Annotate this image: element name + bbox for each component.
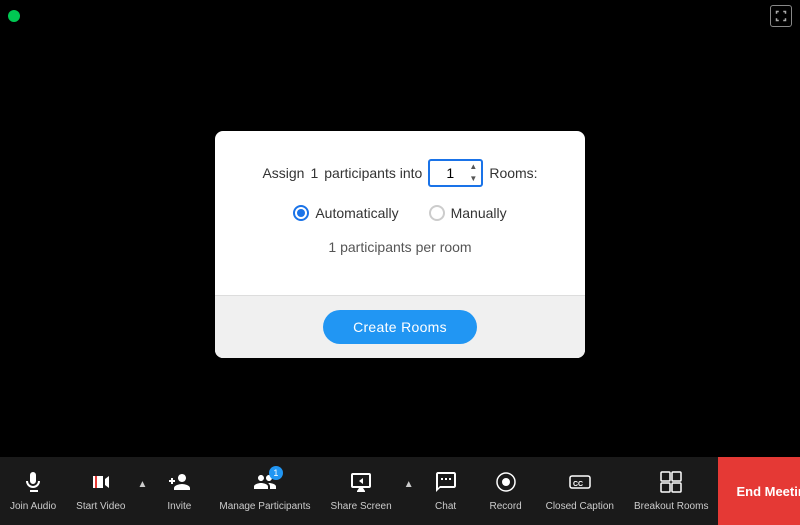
share-screen-arrow[interactable]: ▲ [402,479,416,490]
participant-count-text: 1 [310,165,318,181]
per-room-text: 1 participants per room [245,239,555,255]
number-spinner[interactable]: ▲ ▼ [469,161,477,185]
participants-badge: 1 [269,466,283,480]
invite-label: Invite [167,501,191,512]
closed-caption-icon: CC [568,470,592,498]
grid-icon [659,470,683,494]
record-button[interactable]: Record [476,464,536,518]
chat-bubble-icon [434,470,458,494]
recording-indicator [8,10,20,22]
assign-row: Assign 1 participants into ▲ ▼ Rooms: [245,159,555,187]
start-video-button[interactable]: Start Video [66,464,135,518]
cc-icon: CC [568,470,592,494]
automatically-radio[interactable] [293,205,309,221]
manage-participants-button[interactable]: 1 Manage Participants [209,464,320,518]
automatically-label: Automatically [315,205,398,221]
breakout-rooms-dialog: Assign 1 participants into ▲ ▼ Rooms: Au… [215,131,585,358]
chat-icon [434,470,458,498]
fullscreen-icon [775,10,787,22]
breakout-rooms-icon [659,470,683,498]
screen-share-icon [349,470,373,494]
manually-label: Manually [451,205,507,221]
record-circle-icon [494,470,518,494]
dialog-content: Assign 1 participants into ▲ ▼ Rooms: Au… [215,131,585,295]
assign-prefix-text: Assign [262,165,304,181]
main-content: Assign 1 participants into ▲ ▼ Rooms: Au… [0,32,800,457]
join-audio-icon [21,470,45,498]
assign-middle-text: participants into [324,165,422,181]
invite-button[interactable]: Invite [149,464,209,518]
join-audio-button[interactable]: Join Audio [0,464,66,518]
svg-text:CC: CC [573,481,583,488]
closed-caption-button[interactable]: CC Closed Caption [536,464,624,518]
dialog-footer: Create Rooms [215,295,585,358]
microphone-icon [21,470,45,494]
manually-option[interactable]: Manually [429,205,507,221]
automatically-option[interactable]: Automatically [293,205,398,221]
create-rooms-button[interactable]: Create Rooms [323,310,477,344]
toolbar-left: Join Audio Start Video ▲ [0,464,718,518]
manually-radio[interactable] [429,205,445,221]
spinner-up-button[interactable]: ▲ [469,161,477,173]
chat-button[interactable]: Chat [416,464,476,518]
start-video-group: Start Video ▲ [66,464,149,518]
breakout-rooms-label: Breakout Rooms [634,501,708,512]
start-video-label: Start Video [76,501,125,512]
invite-icon [167,470,191,498]
closed-caption-label: Closed Caption [546,501,614,512]
join-audio-label: Join Audio [10,501,56,512]
fullscreen-button[interactable] [770,5,792,27]
start-video-arrow[interactable]: ▲ [135,479,149,490]
breakout-rooms-button[interactable]: Breakout Rooms [624,464,718,518]
chat-label: Chat [435,501,456,512]
assignment-method-row: Automatically Manually [245,205,555,221]
share-screen-label: Share Screen [331,501,392,512]
rooms-suffix-text: Rooms: [489,165,537,181]
top-bar [0,0,800,32]
spinner-down-button[interactable]: ▼ [469,173,477,185]
room-number-input[interactable] [434,165,466,181]
start-video-icon [89,470,113,498]
record-label: Record [489,501,521,512]
video-camera-icon [89,470,113,494]
share-screen-button[interactable]: Share Screen [321,464,402,518]
share-screen-icon [349,470,373,498]
manage-participants-icon: 1 [253,470,277,498]
room-number-input-wrapper[interactable]: ▲ ▼ [428,159,483,187]
manage-participants-label: Manage Participants [219,501,310,512]
end-meeting-button[interactable]: End Meeting [718,457,800,525]
toolbar: Join Audio Start Video ▲ [0,457,800,525]
share-screen-group: Share Screen ▲ [321,464,416,518]
person-add-icon [167,470,191,494]
record-icon [494,470,518,498]
